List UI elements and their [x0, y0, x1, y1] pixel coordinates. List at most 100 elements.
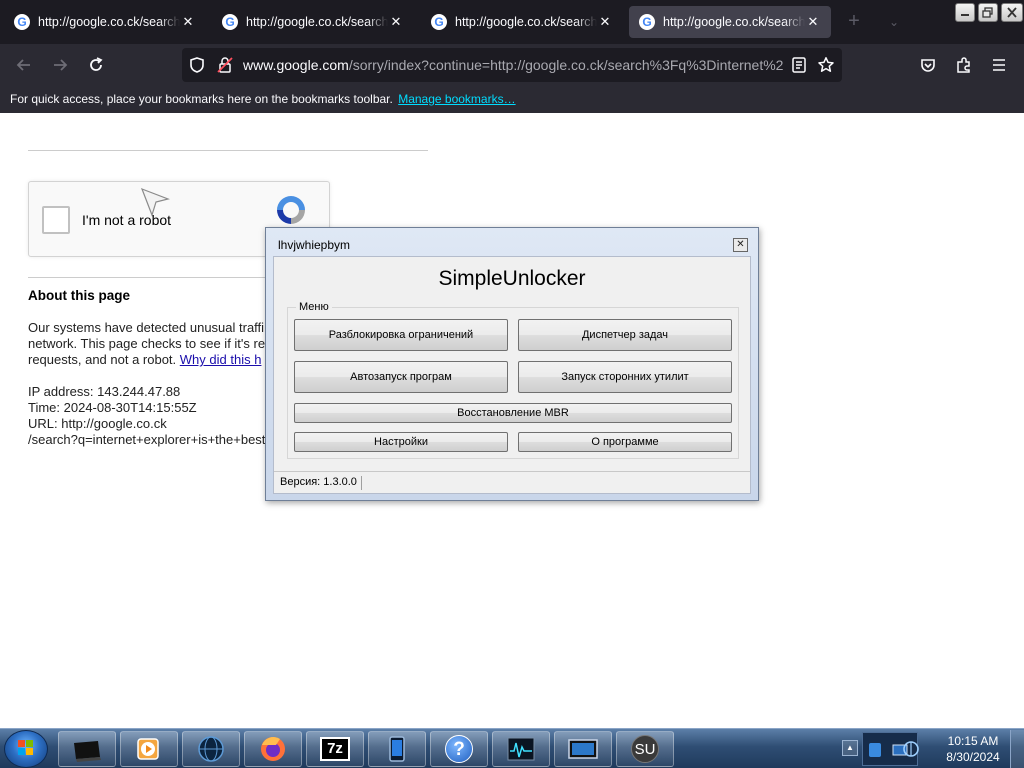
time-text: Time: 2024-08-30T14:15:55Z [28, 400, 197, 415]
settings-button[interactable]: Настройки [294, 432, 508, 452]
taskbar-item-firefox[interactable] [244, 731, 302, 767]
manage-bookmarks-link[interactable]: Manage bookmarks… [398, 92, 515, 106]
pocket-icon [921, 59, 935, 72]
paragraph-line: Our systems have detected unusual traffi [28, 320, 265, 335]
browser-tab-4-active[interactable]: G http://google.co.ck/search?q=internet+… [629, 6, 831, 38]
bookmark-star-icon[interactable] [815, 54, 837, 76]
url-text[interactable]: www.google.com/sorry/index?continue=http… [243, 57, 783, 73]
insecure-lock-icon[interactable] [214, 54, 236, 76]
reload-icon [90, 57, 103, 71]
navigation-toolbar: www.google.com/sorry/index?continue=http… [0, 44, 1024, 86]
firefox-icon [261, 736, 285, 761]
forward-button[interactable] [49, 54, 71, 76]
ip-address-text: IP address: 143.244.47.88 [28, 384, 181, 399]
reload-button[interactable] [85, 54, 107, 76]
about-program-button[interactable]: О программе [518, 432, 732, 452]
new-tab-button[interactable]: + [842, 10, 866, 34]
paragraph-line: network. This page checks to see if it's… [28, 336, 266, 351]
start-button[interactable] [4, 730, 48, 768]
simpleunlocker-window: lhvjwhiepbym ✕ SimpleUnlocker Меню Разбл… [265, 227, 759, 501]
menu-groupbox: Меню Разблокировка ограничений Диспетчер… [287, 301, 739, 459]
browser-tab-3[interactable]: G http://google.co.ck/search?q=internet+… [421, 6, 623, 38]
url-info-text: /search?q=internet+explorer+is+the+best [28, 432, 266, 447]
browser-tab-1[interactable]: G http://google.co.ck/search?q=internet+… [4, 6, 206, 38]
phone-app-icon [389, 736, 405, 762]
taskbar-item-help[interactable]: ? [430, 731, 488, 767]
task-manager-button[interactable]: Диспетчер задач [518, 319, 732, 351]
tab-title: http://google.co.ck/search?q=internet+ex… [663, 15, 805, 29]
restore-mbr-button[interactable]: Восстановление MBR [294, 403, 732, 423]
minimize-button[interactable] [955, 3, 975, 22]
7zip-icon: 7z [320, 737, 350, 761]
taskbar-item-globe[interactable] [182, 731, 240, 767]
back-button[interactable] [13, 54, 35, 76]
google-icon: G [14, 14, 30, 30]
taskbar: 7z ? SU ▲ 10:15 AM 8/30/2024 [0, 728, 1024, 768]
tab-title: http://google.co.ck/search?q=internet+ex… [455, 15, 597, 29]
clock[interactable]: 10:15 AM 8/30/2024 [930, 733, 1016, 765]
taskbar-item-waveform[interactable] [492, 731, 550, 767]
autorun-button[interactable]: Автозапуск програм [294, 361, 508, 393]
close-tab-icon[interactable]: ✕ [388, 14, 404, 30]
bookmarks-toolbar: For quick access, place your bookmarks h… [0, 86, 1024, 113]
clock-date: 8/30/2024 [946, 750, 1000, 764]
taskbar-item-simpleunlocker[interactable]: SU [616, 731, 674, 767]
close-dialog-button[interactable]: ✕ [733, 238, 748, 252]
arrow-right-icon [54, 59, 68, 71]
recaptcha-logo-icon [277, 196, 305, 224]
close-tab-icon[interactable]: ✕ [180, 14, 196, 30]
media-player-icon [137, 738, 159, 760]
desktop-screen: G http://google.co.ck/search?q=internet+… [0, 0, 1024, 768]
show-hidden-icons-button[interactable]: ▲ [842, 740, 858, 756]
unlock-restrictions-button[interactable]: Разблокировка ограничений [294, 319, 508, 351]
google-icon: G [431, 14, 447, 30]
show-desktop-button[interactable] [1010, 730, 1024, 768]
taskbar-item-display[interactable] [554, 731, 612, 767]
pocket-button[interactable] [917, 54, 939, 76]
clock-time: 10:15 AM [947, 734, 999, 748]
url-info-text: URL: http://google.co.ck [28, 416, 167, 431]
version-label: Версия: 1.3.0.0 [280, 476, 362, 490]
window-title: lhvjwhiepbym [278, 238, 351, 252]
hamburger-menu-icon [993, 59, 1005, 71]
why-did-this-happen-link[interactable]: Why did this h [180, 352, 262, 367]
taskbar-item-phone[interactable] [368, 731, 426, 767]
recaptcha-checkbox[interactable] [42, 206, 70, 234]
browser-tab-2[interactable]: G http://google.co.ck/search?q=internet+… [212, 6, 414, 38]
divider [28, 150, 428, 151]
google-icon: G [222, 14, 238, 30]
taskbar-item-media-player[interactable] [120, 731, 178, 767]
taskbar-item-7zip[interactable]: 7z [306, 731, 364, 767]
taskbar-item-monitor[interactable] [58, 731, 116, 767]
close-window-button[interactable] [1001, 3, 1023, 22]
list-all-tabs-button[interactable]: ⌄ [882, 10, 906, 34]
close-tab-icon[interactable]: ✕ [597, 14, 613, 30]
divider [28, 277, 268, 278]
restore-button[interactable] [978, 3, 998, 22]
google-icon: G [639, 14, 655, 30]
dialog-client-area: SimpleUnlocker Меню Разблокировка ограни… [273, 256, 751, 494]
mouse-cursor-icon [140, 187, 170, 217]
arrow-left-icon [16, 59, 30, 71]
reader-view-icon[interactable] [788, 54, 810, 76]
network-icon[interactable] [902, 740, 920, 758]
simpleunlocker-icon: SU [631, 735, 659, 763]
run-third-party-utilities-button[interactable]: Запуск сторонних утилит [518, 361, 732, 393]
tab-title: http://google.co.ck/search?q=internet+ex… [38, 15, 180, 29]
extensions-button[interactable] [953, 54, 975, 76]
bookmarks-hint-text: For quick access, place your bookmarks h… [10, 92, 393, 106]
tab-title: http://google.co.ck/search?q=internet+ex… [246, 15, 388, 29]
close-tab-icon[interactable]: ✕ [805, 14, 821, 30]
help-icon: ? [445, 735, 473, 763]
globe-app-icon [198, 736, 224, 762]
windows-logo-icon [18, 740, 33, 755]
shield-icon[interactable] [186, 54, 208, 76]
waveform-app-icon [507, 737, 535, 761]
tab-strip: G http://google.co.ck/search?q=internet+… [0, 0, 1024, 44]
url-bar[interactable]: www.google.com/sorry/index?continue=http… [182, 48, 842, 82]
app-menu-button[interactable] [988, 54, 1010, 76]
menu-group-label: Меню [296, 301, 332, 313]
about-heading: About this page [28, 288, 130, 303]
puzzle-icon [957, 57, 970, 73]
app-heading: SimpleUnlocker [438, 267, 586, 290]
